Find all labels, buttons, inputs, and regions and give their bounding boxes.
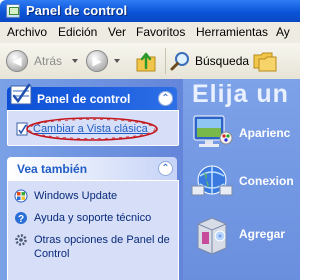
menu-ver[interactable]: Ver [108,25,126,39]
toolbar-separator [165,48,166,74]
see-also-pane-body: Windows Update ? Ayuda y soporte técnico… [7,180,179,280]
menu-edicion[interactable]: Edición [58,25,97,39]
search-label: Búsqueda [195,54,250,68]
control-panel-pane-header[interactable]: Panel de control ⌃ [7,83,177,110]
up-folder-icon [136,52,156,72]
collapse-chevron-icon[interactable]: ⌃ [158,161,173,176]
back-dropdown-icon[interactable] [72,59,78,63]
see-also-pane-header[interactable]: Vea también ⌃ [7,157,177,180]
add-remove-label: Agregar [239,227,286,241]
windows-update-icon [14,189,28,203]
see-also-title: Vea también [17,162,88,176]
other-options-link[interactable]: Otras opciones de Panel de Control [14,233,174,265]
category-appearance[interactable]: Aparienc [190,112,300,152]
forward-dropdown-icon[interactable] [114,59,120,63]
search-button[interactable]: Búsqueda [170,50,250,72]
control-panel-icon [10,83,32,105]
windows-update-label: Windows Update [34,190,118,202]
collapse-chevron-icon[interactable]: ⌃ [158,91,173,106]
folders-button[interactable] [252,50,282,72]
windows-update-link[interactable]: Windows Update [14,189,174,205]
control-panel-pane-body: Cambiar a Vista clásica [7,110,179,146]
help-icon: ? [15,212,27,225]
add-remove-programs-icon [197,217,227,255]
pick-category-heading: Elija un [192,80,289,108]
menu-herramientas[interactable]: Herramientas [196,25,268,39]
task-pane: Panel de control ⌃ Cambiar a Vista clási… [0,79,183,280]
toolbar: ◀ Atrás ▶ Búsqueda [0,43,300,80]
other-options-icon [15,234,27,246]
appearance-icon [193,115,233,147]
network-label: Conexion [239,174,294,188]
back-label: Atrás [34,54,63,68]
menu-favoritos[interactable]: Favoritos [136,25,185,39]
forward-button[interactable]: ▶ [86,50,108,72]
up-folder-button[interactable] [134,50,158,72]
help-support-label: Ayuda y soporte técnico [34,212,152,224]
svg-text:?: ? [18,214,24,225]
title-bar[interactable]: Panel de control [0,0,300,22]
menu-archivo[interactable]: Archivo [7,25,47,39]
other-options-label-line2: Control [34,248,70,260]
other-options-label: Otras opciones de Panel de [34,234,170,246]
window-title: Panel de control [26,3,128,18]
category-add-remove[interactable]: Agregar [190,210,300,258]
search-icon [170,52,189,71]
network-icon [191,165,233,196]
control-panel-window: Panel de control Archivo Edición Ver Fav… [0,0,300,280]
back-arrow-icon: ◀ [6,50,28,72]
back-button[interactable]: ◀ Atrás [6,50,68,72]
help-support-link[interactable]: ? Ayuda y soporte técnico [14,211,174,227]
highlight-oval [26,117,158,141]
folders-icon [253,52,277,72]
control-panel-app-icon [6,4,20,18]
menu-ayuda[interactable]: Ay [276,25,290,39]
menu-bar: Archivo Edición Ver Favoritos Herramient… [0,22,300,44]
category-network[interactable]: Conexion [190,160,300,200]
appearance-label: Aparienc [239,126,291,140]
forward-arrow-icon: ▶ [86,50,108,72]
control-panel-pane-title: Panel de control [37,92,131,106]
